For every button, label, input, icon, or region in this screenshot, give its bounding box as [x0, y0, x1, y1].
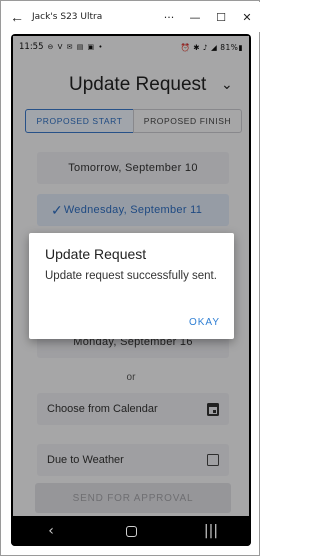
app-screen: 11:55 ⊖ V ✉ ▤ ▣ • ⏰ ✱ ♪ ◢ 81%▮ Update Re… [13, 36, 249, 516]
nav-back-icon[interactable]: ‹ [31, 523, 71, 539]
android-nav-bar: ‹ ||| [11, 516, 251, 546]
back-arrow-icon[interactable]: ← [2, 2, 32, 32]
window-title: Jack's S23 Ultra [32, 12, 103, 22]
minimize-icon[interactable]: — [182, 2, 208, 32]
okay-button[interactable]: OKAY [189, 317, 220, 328]
dialog-title: Update Request [45, 246, 147, 262]
nav-home-button[interactable] [111, 525, 151, 537]
close-icon[interactable]: ✕ [234, 2, 260, 32]
more-options-icon[interactable]: ··· [156, 2, 182, 32]
phone-frame: 11:55 ⊖ V ✉ ▤ ▣ • ⏰ ✱ ♪ ◢ 81%▮ Update Re… [11, 34, 251, 546]
emulator-window: ← Jack's S23 Ultra ··· — ☐ ✕ 11:55 ⊖ V ✉… [0, 0, 260, 556]
maximize-icon[interactable]: ☐ [208, 2, 234, 32]
home-icon [125, 525, 137, 537]
dialog-message: Update request successfully sent. [45, 270, 217, 282]
update-request-dialog: Update Request Update request successful… [29, 233, 234, 339]
nav-recents-icon[interactable]: ||| [191, 523, 231, 539]
window-titlebar: ← Jack's S23 Ultra ··· — ☐ ✕ [2, 2, 260, 32]
